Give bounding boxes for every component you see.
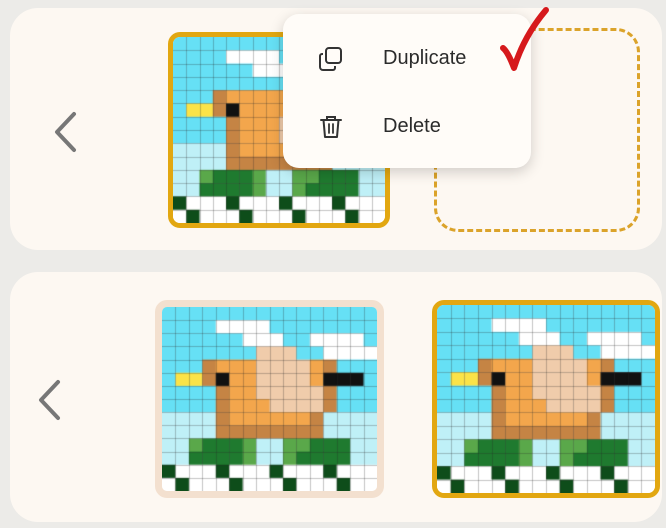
pixel-art-bird: [437, 305, 655, 493]
context-menu: Duplicate Delete: [283, 14, 531, 168]
duplicate-label: Duplicate: [383, 47, 467, 69]
delete-menu-item[interactable]: Delete: [283, 98, 531, 156]
pixel-art-bird: [162, 307, 377, 491]
frame-thumbnail[interactable]: [155, 300, 384, 498]
chevron-left-icon[interactable]: [28, 370, 68, 430]
delete-label: Delete: [383, 115, 441, 137]
checkmark-icon: [498, 6, 550, 76]
duplicate-menu-item[interactable]: Duplicate: [283, 30, 531, 88]
trash-icon: [317, 113, 345, 141]
chevron-left-icon[interactable]: [44, 102, 84, 162]
frame-thumbnail-selected[interactable]: [432, 300, 660, 498]
copy-icon: [317, 45, 345, 73]
